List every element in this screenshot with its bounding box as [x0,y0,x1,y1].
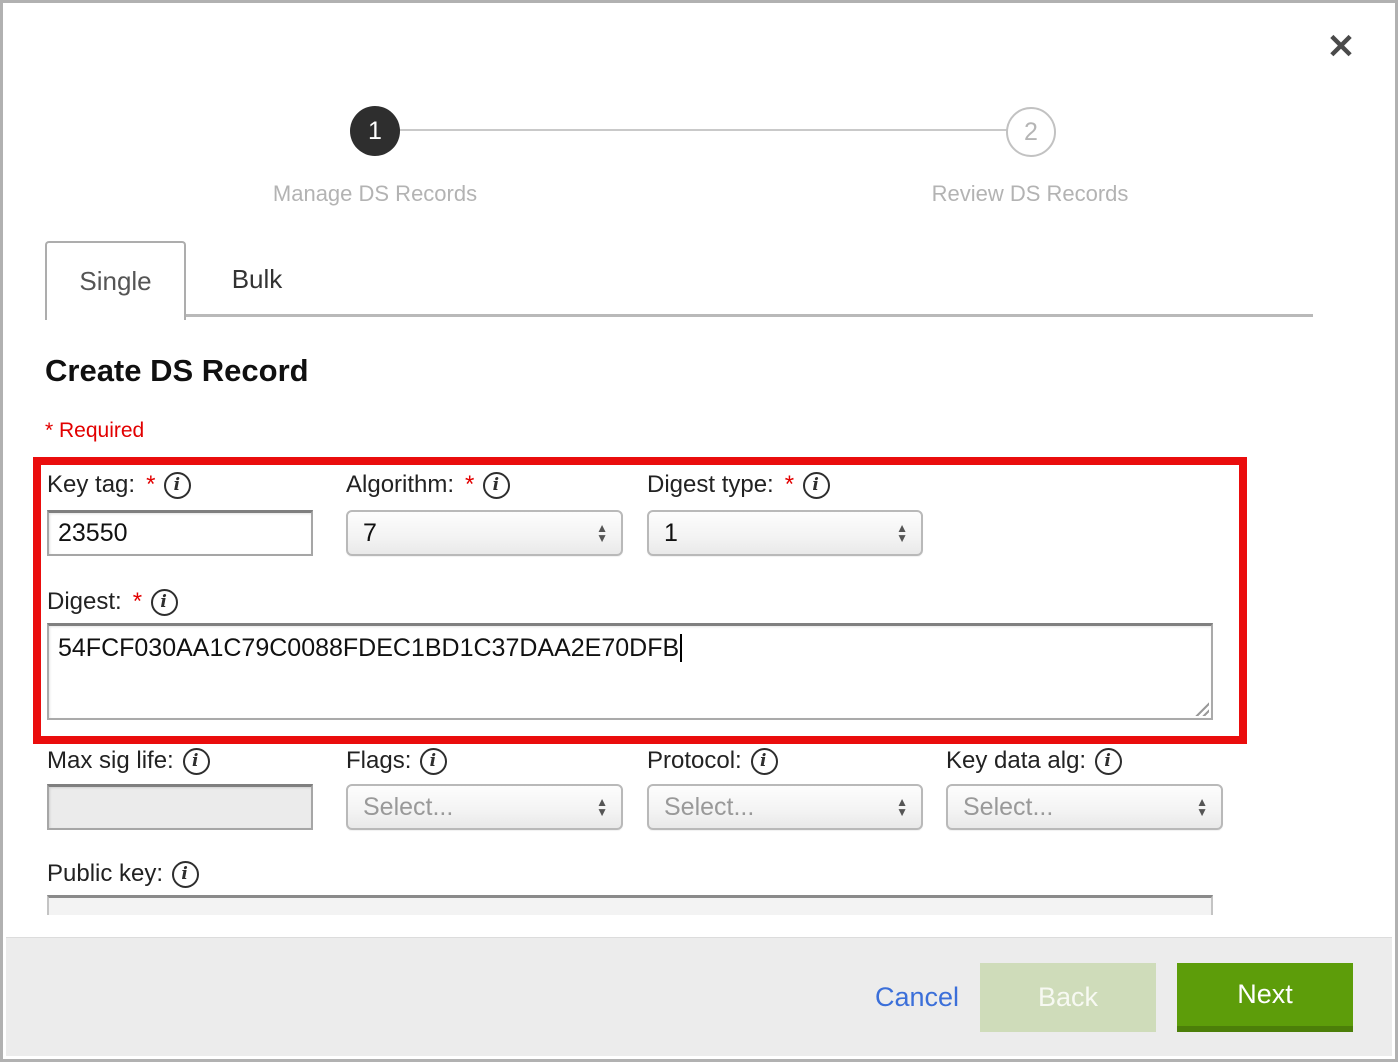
info-icon[interactable]: i [803,472,830,499]
max-sig-life-label: Max sig life: [47,747,174,775]
protocol-select[interactable]: Select... ▲▼ [647,784,923,830]
back-button[interactable]: Back [980,963,1156,1032]
select-stepper-icon: ▲▼ [1196,797,1208,817]
info-icon[interactable]: i [183,748,210,775]
page-title: Create DS Record [45,353,309,389]
key-tag-input[interactable] [47,510,313,556]
required-asterisk: * [133,588,142,616]
info-icon[interactable]: i [151,589,178,616]
info-icon[interactable]: i [483,472,510,499]
info-icon[interactable]: i [1095,748,1122,775]
digest-type-select-value: 1 [664,519,678,548]
key-data-alg-select[interactable]: Select... ▲▼ [946,784,1223,830]
tab-strip: Single Bulk [45,241,1313,317]
tab-bulk[interactable]: Bulk [186,241,328,317]
protocol-label: Protocol: [647,747,742,775]
required-note: * Required [45,419,144,443]
public-key-textarea[interactable] [47,895,1213,915]
digest-value: 54FCF030AA1C79C0088FDEC1BD1C37DAA2E70DFB [58,634,679,662]
digest-type-select[interactable]: 1 ▲▼ [647,510,923,556]
algorithm-label: Algorithm: [346,471,454,499]
digest-type-label-group: Digest type: * i [647,471,830,499]
digest-type-label: Digest type: [647,471,774,499]
select-stepper-icon: ▲▼ [596,523,608,543]
required-asterisk: * [146,471,155,499]
algorithm-select-value: 7 [363,519,377,548]
info-icon[interactable]: i [420,748,447,775]
text-cursor [680,634,682,662]
protocol-label-group: Protocol: i [647,747,778,775]
digest-textarea[interactable]: 54FCF030AA1C79C0088FDEC1BD1C37DAA2E70DFB [47,623,1213,720]
info-icon[interactable]: i [164,472,191,499]
cancel-link[interactable]: Cancel [875,982,959,1013]
resize-handle-icon[interactable] [1193,700,1209,716]
key-tag-label: Key tag: [47,471,135,499]
key-data-alg-label: Key data alg: [946,747,1086,775]
step-1-indicator: 1 [350,106,400,156]
flags-label-group: Flags: i [346,747,447,775]
required-asterisk: * [785,471,794,499]
algorithm-label-group: Algorithm: * i [346,471,510,499]
required-asterisk: * [465,471,474,499]
key-data-alg-select-value: Select... [963,793,1053,822]
tab-single[interactable]: Single [45,241,186,320]
digest-label: Digest: [47,588,122,616]
max-sig-life-input [47,784,313,830]
info-icon[interactable]: i [751,748,778,775]
digest-label-group: Digest: * i [47,588,178,616]
key-tag-label-group: Key tag: * i [47,471,191,499]
modal-footer: Cancel Back Next [6,937,1392,1056]
step-2-indicator: 2 [1006,107,1056,157]
select-stepper-icon: ▲▼ [896,797,908,817]
flags-select-value: Select... [363,793,453,822]
flags-label: Flags: [346,747,411,775]
close-icon[interactable]: ✕ [1319,25,1363,69]
algorithm-select[interactable]: 7 ▲▼ [346,510,623,556]
step-2-label: Review DS Records [830,181,1230,207]
public-key-label-group: Public key: i [47,860,199,888]
flags-select[interactable]: Select... ▲▼ [346,784,623,830]
create-ds-record-modal: ✕ 1 2 Manage DS Records Review DS Record… [0,0,1398,1062]
next-button[interactable]: Next [1177,963,1353,1032]
select-stepper-icon: ▲▼ [896,523,908,543]
stepper-connector [399,129,1009,131]
step-1-label: Manage DS Records [175,181,575,207]
select-stepper-icon: ▲▼ [596,797,608,817]
protocol-select-value: Select... [664,793,754,822]
info-icon[interactable]: i [172,861,199,888]
public-key-label: Public key: [47,860,163,888]
max-sig-life-label-group: Max sig life: i [47,747,210,775]
key-data-alg-label-group: Key data alg: i [946,747,1122,775]
